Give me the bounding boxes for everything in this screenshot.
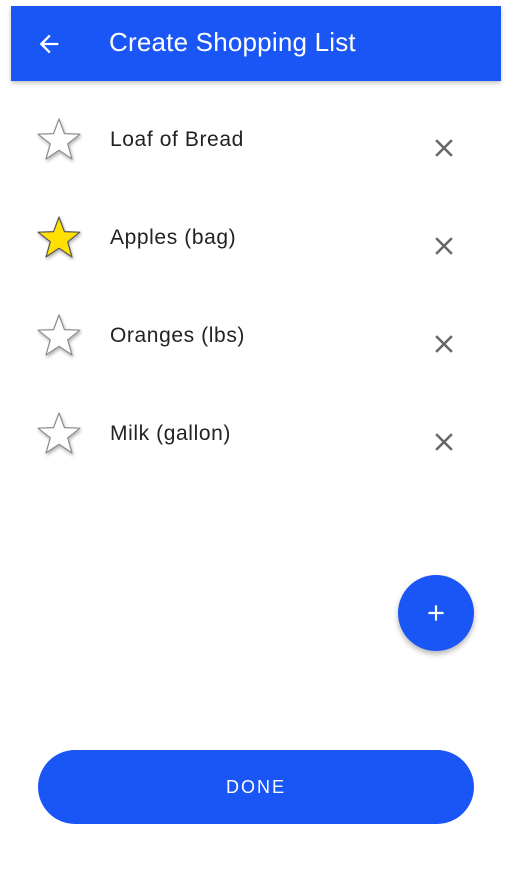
plus-icon bbox=[428, 605, 444, 621]
close-icon bbox=[435, 335, 453, 353]
star-outline-icon bbox=[37, 314, 81, 356]
close-icon bbox=[435, 433, 453, 451]
close-icon bbox=[435, 139, 453, 157]
remove-item-button[interactable] bbox=[428, 230, 460, 262]
star-filled-icon bbox=[37, 216, 81, 258]
back-button[interactable] bbox=[33, 28, 65, 60]
close-icon bbox=[435, 237, 453, 255]
app-bar: Create Shopping List bbox=[11, 6, 501, 81]
star-outline-icon bbox=[37, 118, 81, 160]
shopping-list-screen: Create Shopping List Loaf of Bread Apple… bbox=[0, 0, 512, 878]
list-item: Apples (bag) bbox=[0, 196, 512, 294]
favorite-toggle[interactable] bbox=[35, 312, 83, 360]
star-outline-icon bbox=[37, 412, 81, 454]
list-item: Milk (gallon) bbox=[0, 392, 512, 490]
remove-item-button[interactable] bbox=[428, 426, 460, 458]
shopping-list: Loaf of Bread Apples (bag) Oranges (lbs)… bbox=[0, 98, 512, 490]
done-button[interactable]: DONE bbox=[38, 750, 474, 824]
item-label: Oranges (lbs) bbox=[110, 324, 246, 347]
add-item-button[interactable] bbox=[398, 575, 474, 651]
favorite-toggle[interactable] bbox=[35, 214, 83, 262]
favorite-toggle[interactable] bbox=[35, 410, 83, 458]
page-title: Create Shopping List bbox=[109, 27, 356, 57]
favorite-toggle[interactable] bbox=[35, 116, 83, 164]
item-label: Apples (bag) bbox=[110, 226, 237, 249]
item-label: Loaf of Bread bbox=[110, 128, 244, 151]
remove-item-button[interactable] bbox=[428, 328, 460, 360]
list-item: Loaf of Bread bbox=[0, 98, 512, 196]
remove-item-button[interactable] bbox=[428, 132, 460, 164]
item-label: Milk (gallon) bbox=[110, 422, 231, 445]
arrow-back-icon bbox=[39, 34, 59, 54]
list-item: Oranges (lbs) bbox=[0, 294, 512, 392]
